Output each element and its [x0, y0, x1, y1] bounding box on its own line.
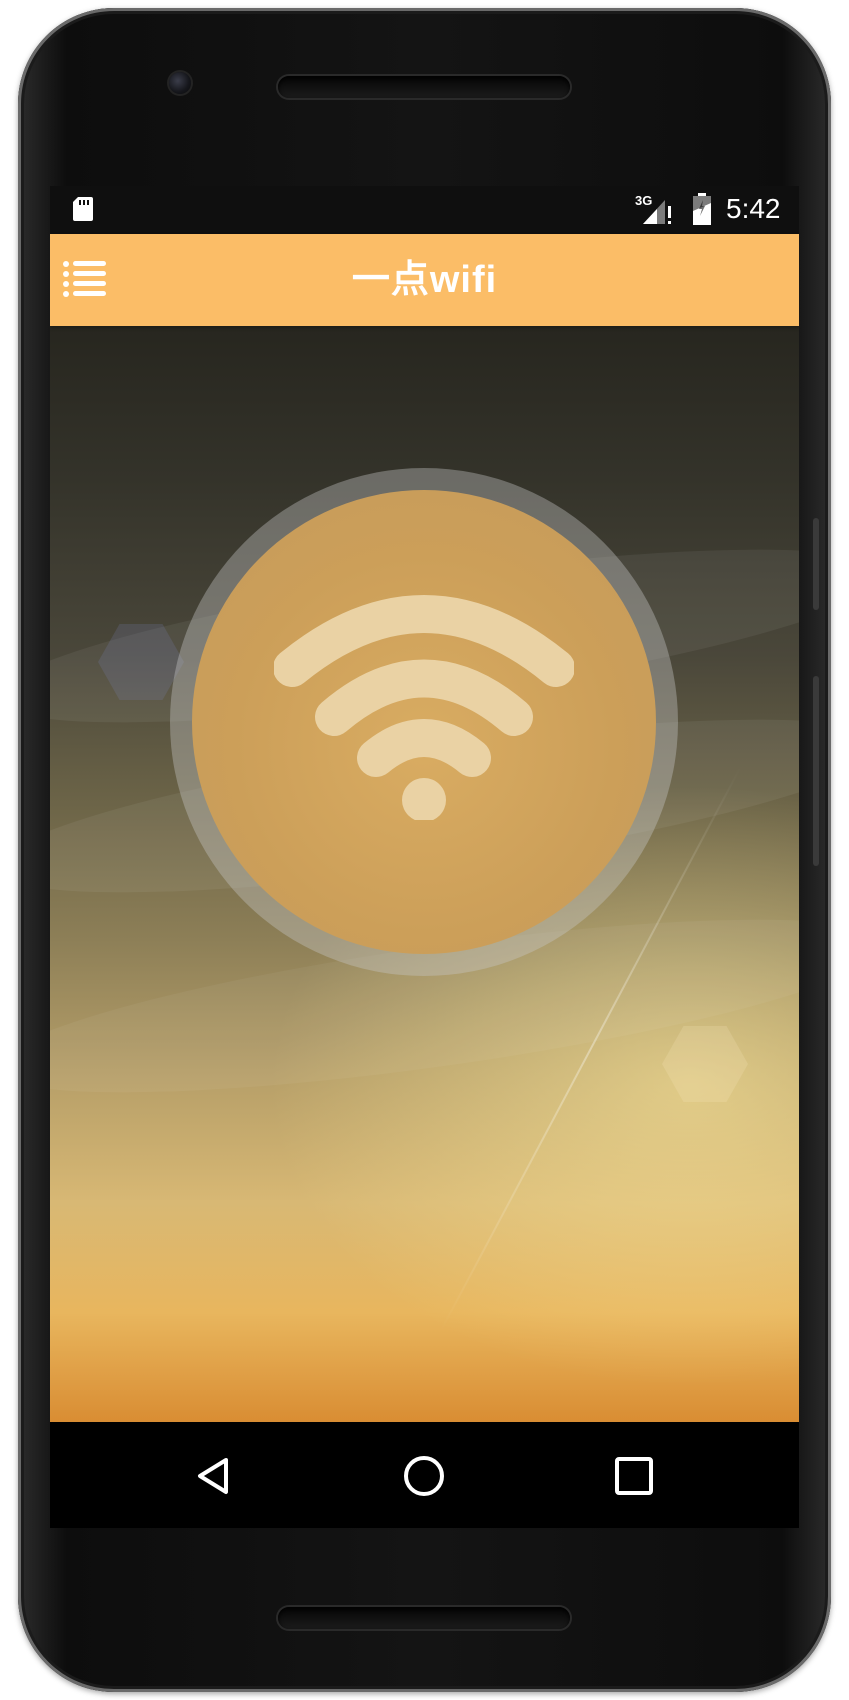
signal-icon: 3G — [635, 193, 671, 224]
app-bar: 一点wifi — [50, 234, 799, 326]
lens-flare-hexagon — [662, 1026, 748, 1102]
main-content — [50, 326, 799, 1422]
back-icon[interactable] — [186, 1448, 242, 1504]
sd-card-icon — [73, 197, 93, 221]
recent-apps-icon[interactable] — [606, 1448, 662, 1504]
wifi-connect-circle — [192, 490, 656, 954]
wifi-connect-button[interactable] — [170, 468, 678, 976]
bottom-speaker — [278, 1607, 570, 1629]
power-button — [813, 518, 819, 610]
front-camera — [169, 72, 191, 94]
home-icon[interactable] — [396, 1448, 452, 1504]
screen: 3G 5:42 一点wifi — [50, 186, 799, 1422]
svg-text:3G: 3G — [635, 193, 652, 208]
volume-button — [813, 676, 819, 866]
status-bar: 3G 5:42 — [50, 186, 799, 234]
menu-icon[interactable] — [62, 260, 106, 298]
app-title: 一点wifi — [351, 259, 498, 301]
status-clock: 5:42 — [726, 193, 781, 224]
navigation-bar — [50, 1422, 799, 1528]
top-speaker — [278, 76, 570, 98]
battery-icon — [693, 193, 711, 225]
wifi-icon — [274, 595, 574, 820]
